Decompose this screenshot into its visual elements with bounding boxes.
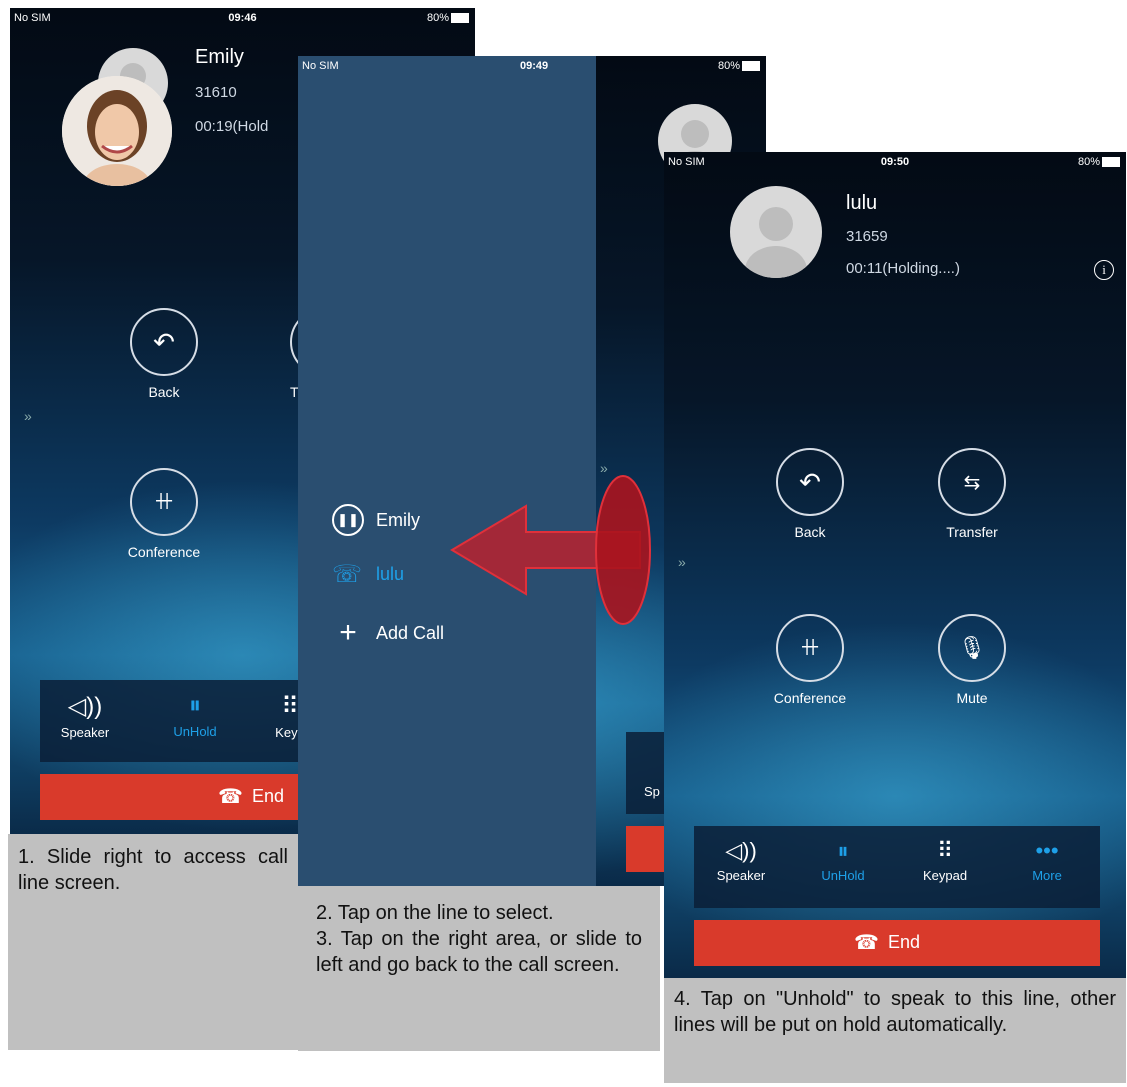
- keypad-icon: ⠿: [936, 838, 954, 863]
- back-icon: ↶: [153, 326, 175, 357]
- back-button[interactable]: ↶ Back: [760, 448, 860, 540]
- status-time: 09:50: [880, 156, 910, 168]
- battery-percent: 80%: [1077, 156, 1100, 168]
- phone-transfer-icon: ☏: [332, 561, 363, 588]
- conference-button[interactable]: ꔠ Conference: [760, 614, 860, 706]
- battery-percent: 80%: [717, 60, 740, 72]
- caption-step-4: 4. Tap on "Unhold" to speak to this line…: [664, 978, 1126, 1083]
- contact-number: 31659: [846, 228, 888, 245]
- add-call-label: Add Call: [376, 622, 445, 643]
- unhold-icon: ⏸: [189, 692, 201, 719]
- keypad-button[interactable]: ⠿ Keypad: [900, 838, 990, 883]
- line-item-emily[interactable]: ❚❚ Emily: [332, 504, 420, 536]
- end-label: End: [252, 786, 285, 806]
- battery-percent: 80%: [426, 12, 449, 24]
- avatar-photo: [62, 76, 172, 186]
- caption-step-1-text: 1. Slide right to access call line scree…: [18, 846, 288, 894]
- speaker-label: Speaker: [60, 725, 110, 740]
- caption-steps-2-3: 2. Tap on the line to select. 3. Tap on …: [298, 886, 660, 1051]
- battery-icon: [742, 61, 760, 72]
- speaker-button[interactable]: ◁)) Speaker: [696, 838, 786, 883]
- transfer-label: Transfer: [946, 524, 998, 540]
- contact-name: lulu: [846, 192, 878, 214]
- conference-label: Conference: [773, 690, 847, 706]
- battery-indicator: 80%: [718, 60, 760, 72]
- keypad-label: Keypad: [922, 868, 968, 883]
- call-duration: 00:11(Holding....): [846, 260, 960, 277]
- carrier-label: No SIM: [302, 60, 339, 72]
- battery-icon: [451, 13, 469, 24]
- mute-label: Mute: [956, 690, 988, 706]
- info-icon[interactable]: i: [1094, 260, 1114, 280]
- contact-name: Emily: [195, 46, 244, 68]
- avatar-placeholder: [730, 186, 822, 278]
- line-label-lulu: lulu: [376, 564, 405, 584]
- mic-off-icon: 🎙: [958, 635, 986, 660]
- transfer-button[interactable]: ⇆ Transfer: [922, 448, 1022, 540]
- mute-button[interactable]: 🎙 Mute: [922, 614, 1022, 706]
- unhold-button[interactable]: ⏸ UnHold: [798, 838, 888, 883]
- transfer-ring: ⇆: [938, 448, 1006, 516]
- call-screen-3: No SIM 09:50 80% lulu 31659 00:11(Holdin…: [664, 152, 1126, 978]
- status-time: 09:49: [520, 60, 549, 72]
- battery-indicator: 80%: [427, 12, 469, 24]
- conference-label: Conference: [127, 544, 201, 560]
- more-button[interactable]: ••• More: [1002, 838, 1092, 883]
- caption-step-2: 2. Tap on the line to select.: [316, 902, 554, 924]
- conference-ring: ꔠ: [130, 468, 198, 536]
- back-label: Back: [794, 524, 826, 540]
- more-icon: •••: [1035, 838, 1059, 863]
- speaker-icon: ◁)): [725, 838, 757, 863]
- speaker-label: Speaker: [716, 868, 766, 883]
- unhold-label: UnHold: [173, 724, 217, 739]
- end-call-button[interactable]: ☎ End: [694, 920, 1100, 966]
- caption-step-3: 3. Tap on the right area, or slide to le…: [316, 928, 642, 976]
- end-label: End: [888, 932, 921, 952]
- unhold-label: UnHold: [821, 868, 865, 883]
- plus-icon: +: [339, 616, 357, 649]
- back-ring: ↶: [776, 448, 844, 516]
- status-time: 09:46: [228, 12, 257, 24]
- unhold-button[interactable]: ⏸ UnHold: [150, 692, 240, 739]
- status-bar: No SIM 09:49 80%: [298, 56, 766, 78]
- more-label: More: [1032, 868, 1062, 883]
- call-duration: 00:19(Hold: [195, 118, 269, 135]
- mute-ring: 🎙: [938, 614, 1006, 682]
- conference-icon: ꔠ: [800, 635, 820, 660]
- line-label-emily: Emily: [376, 509, 420, 530]
- back-label: Back: [148, 384, 180, 400]
- status-bar: No SIM 09:50 80%: [664, 152, 1126, 174]
- speaker-label-partial: Sp: [644, 784, 660, 799]
- back-button[interactable]: ↶ Back: [114, 308, 214, 400]
- pause-circle-icon: ❚❚: [332, 504, 364, 536]
- transfer-icon: ⇆: [963, 471, 981, 494]
- conference-icon: ꔠ: [154, 489, 174, 514]
- add-call-button[interactable]: + Add Call: [332, 616, 444, 650]
- speaker-icon: ◁)): [67, 693, 103, 720]
- back-ring: ↶: [130, 308, 198, 376]
- battery-icon: [1102, 157, 1120, 168]
- chevron-right-icon[interactable]: »: [24, 408, 32, 424]
- hangup-icon: ☎: [854, 932, 879, 954]
- conference-button[interactable]: ꔠ Conference: [114, 468, 214, 560]
- chevron-right-icon[interactable]: »: [678, 554, 686, 570]
- hangup-icon: ☎: [218, 786, 243, 808]
- caption-step-1: 1. Slide right to access call line scree…: [8, 834, 298, 1050]
- contact-number: 31610: [195, 84, 237, 101]
- caption-step-4-text: 4. Tap on "Unhold" to speak to this line…: [674, 988, 1116, 1036]
- line-item-lulu[interactable]: ☏ lulu: [332, 560, 404, 589]
- back-icon: ↶: [799, 466, 821, 497]
- battery-indicator: 80%: [1078, 156, 1120, 168]
- speaker-button[interactable]: ◁)) Speaker: [40, 692, 130, 740]
- call-toolbar: ◁)) Speaker ⏸ UnHold ⠿ Keypad ••• More: [694, 826, 1100, 908]
- status-bar: No SIM 09:46 80%: [10, 8, 475, 30]
- unhold-icon: ⏸: [837, 838, 849, 863]
- conference-ring: ꔠ: [776, 614, 844, 682]
- swipe-left-arrow: [450, 475, 651, 625]
